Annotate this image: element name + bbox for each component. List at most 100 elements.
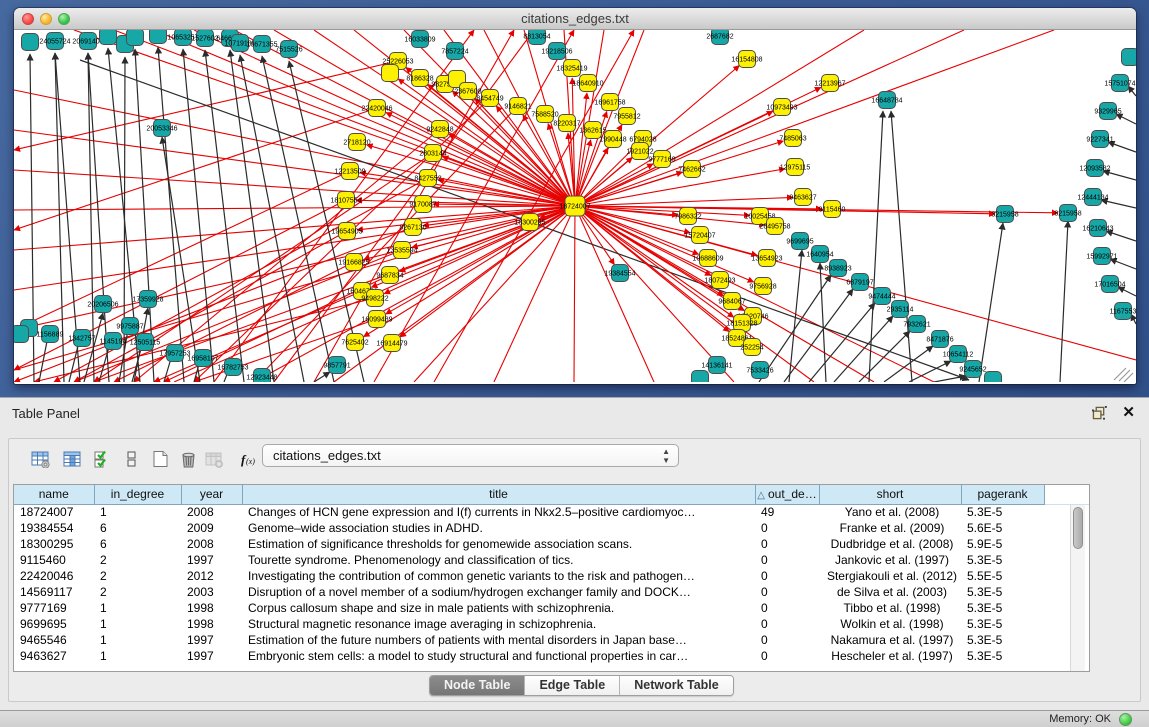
table-cell: 1997 (181, 552, 242, 568)
delete-column-icon[interactable] (175, 446, 201, 472)
column-visibility-icon[interactable] (59, 446, 85, 472)
table-row[interactable]: 911546021997Tourette syndrome. Phenomeno… (14, 552, 1090, 568)
table-cell: 0 (755, 600, 819, 616)
red-citation-edge (14, 171, 350, 330)
table-cell: 1997 (181, 648, 242, 664)
table-cell: 2 (94, 552, 181, 568)
red-citation-edge (494, 206, 575, 382)
network-node-label: 2803144 (419, 151, 446, 158)
network-node-label: 9245652 (959, 367, 986, 374)
network-node-label: 1145194 (100, 339, 127, 346)
table-cell: 2 (94, 568, 181, 584)
row-selection-icon[interactable] (89, 446, 115, 472)
table-cell: Stergiakouli et al. (2012) (819, 568, 961, 584)
tab-network-table[interactable]: Network Table (620, 676, 733, 695)
network-node-label: 9329965 (1094, 109, 1121, 116)
table-row[interactable]: 1456911722003Disruption of a novel membe… (14, 584, 1090, 600)
svg-text:(x): (x) (246, 457, 255, 466)
network-node-label: 15751074 (1104, 81, 1135, 88)
column-header-year[interactable]: year (181, 485, 242, 504)
network-node-label: 7986322 (674, 214, 701, 221)
table-row[interactable]: 2242004622012Investigating the contribut… (14, 568, 1090, 584)
network-node-label: 16958107 (187, 356, 218, 363)
network-node[interactable] (692, 371, 709, 383)
black-citation-edge (1110, 259, 1136, 269)
table-row[interactable]: 969969511998Structural magnetic resonanc… (14, 616, 1090, 632)
minimize-window-button[interactable] (40, 13, 52, 25)
network-node-label: 9975887 (116, 324, 143, 331)
function-builder-icon: f(x) (239, 450, 258, 468)
table-row[interactable]: 946554611997Estimation of the future num… (14, 632, 1090, 648)
network-node-label: 18640910 (572, 81, 603, 88)
network-node-label: 7462662 (678, 167, 705, 174)
network-node[interactable] (1122, 49, 1137, 66)
network-node-label: 1640954 (806, 252, 833, 259)
table-row[interactable]: 946362711997Embryonic stem cells: a mode… (14, 648, 1090, 664)
table-type-tabs: Node TableEdge TableNetwork Table (429, 675, 734, 696)
network-node-label: 7625402 (341, 340, 368, 347)
network-node[interactable] (22, 34, 39, 51)
table-cell: 0 (755, 616, 819, 632)
network-node-label: 12923448 (246, 375, 277, 382)
table-cell: Franke et al. (2009) (819, 520, 961, 536)
network-node-label: 1527602 (191, 36, 218, 43)
black-citation-edge (158, 47, 184, 382)
close-window-button[interactable] (22, 13, 34, 25)
table-display-icon[interactable] (119, 446, 145, 472)
black-citation-edge (820, 263, 826, 382)
network-node-label: 13654923 (751, 256, 782, 263)
close-panel-icon[interactable]: ✕ (1122, 403, 1135, 421)
function-builder-icon[interactable]: f(x) (235, 446, 261, 472)
column-header-name[interactable]: name (14, 485, 94, 504)
table-cell: 6 (94, 536, 181, 552)
table-cell: Hescheler et al. (1997) (819, 648, 961, 664)
network-node[interactable] (150, 30, 167, 44)
table-mode-icon[interactable] (27, 446, 53, 472)
table-cell: 5.3E-5 (961, 648, 1044, 664)
network-node-label: 16033809 (404, 37, 435, 44)
network-node[interactable] (985, 372, 1002, 383)
status-bar: Memory: OK (0, 710, 1149, 727)
table-display-icon (123, 450, 142, 468)
table-row[interactable]: 977716911998Corpus callosum shape and si… (14, 600, 1090, 616)
network-node[interactable] (14, 326, 29, 343)
network-node[interactable] (127, 30, 144, 46)
float-panel-icon[interactable] (1092, 406, 1107, 420)
network-canvas[interactable]: 2405572420691406106532571527602646616010… (14, 30, 1136, 382)
network-node-label: 12093582 (1079, 166, 1110, 173)
network-node[interactable] (100, 30, 117, 45)
table-row[interactable]: 1872400712008Changes of HCN gene express… (14, 504, 1090, 520)
column-header-title[interactable]: title (242, 485, 755, 504)
table-source-dropdown[interactable]: citations_edges.txt ▲▼ (262, 444, 679, 467)
new-column-icon (151, 450, 170, 468)
column-header-short[interactable]: short (819, 485, 961, 504)
column-header-out_de[interactable]: △out_de… (755, 485, 819, 504)
table-cell: 9115460 (14, 552, 94, 568)
new-column-icon[interactable] (147, 446, 173, 472)
network-node-label: 9463627 (789, 195, 816, 202)
table-cell: 5.3E-5 (961, 600, 1044, 616)
table-cell: 18724007 (14, 504, 94, 520)
network-node-label: 19218506 (541, 49, 572, 56)
column-header-in_degree[interactable]: in_degree (94, 485, 181, 504)
table-cell: 5.3E-5 (961, 552, 1044, 568)
zoom-window-button[interactable] (58, 13, 70, 25)
network-node-label: 10688609 (692, 256, 723, 263)
tab-node-table[interactable]: Node Table (430, 676, 525, 695)
table-cell: 5.5E-5 (961, 568, 1044, 584)
table-cell: Genome–wide association studies in ADHD. (242, 520, 755, 536)
table-scrollbar[interactable] (1070, 505, 1085, 672)
table-row[interactable]: 1938455462009Genome–wide association stu… (14, 520, 1090, 536)
table-cell: Wolkin et al. (1998) (819, 616, 961, 632)
network-node[interactable] (382, 65, 399, 82)
table-cell: 1 (94, 616, 181, 632)
table-cell: 5.6E-5 (961, 520, 1044, 536)
table-cell: Yano et al. (2008) (819, 504, 961, 520)
table-cell: 0 (755, 520, 819, 536)
table-row[interactable]: 1830029562008Estimation of significance … (14, 536, 1090, 552)
window-titlebar[interactable]: citations_edges.txt (14, 8, 1136, 30)
column-header-pagerank[interactable]: pagerank (961, 485, 1044, 504)
tab-edge-table[interactable]: Edge Table (525, 676, 620, 695)
table-scrollbar-thumb[interactable] (1073, 507, 1083, 549)
resize-grip-icon (1119, 370, 1130, 381)
